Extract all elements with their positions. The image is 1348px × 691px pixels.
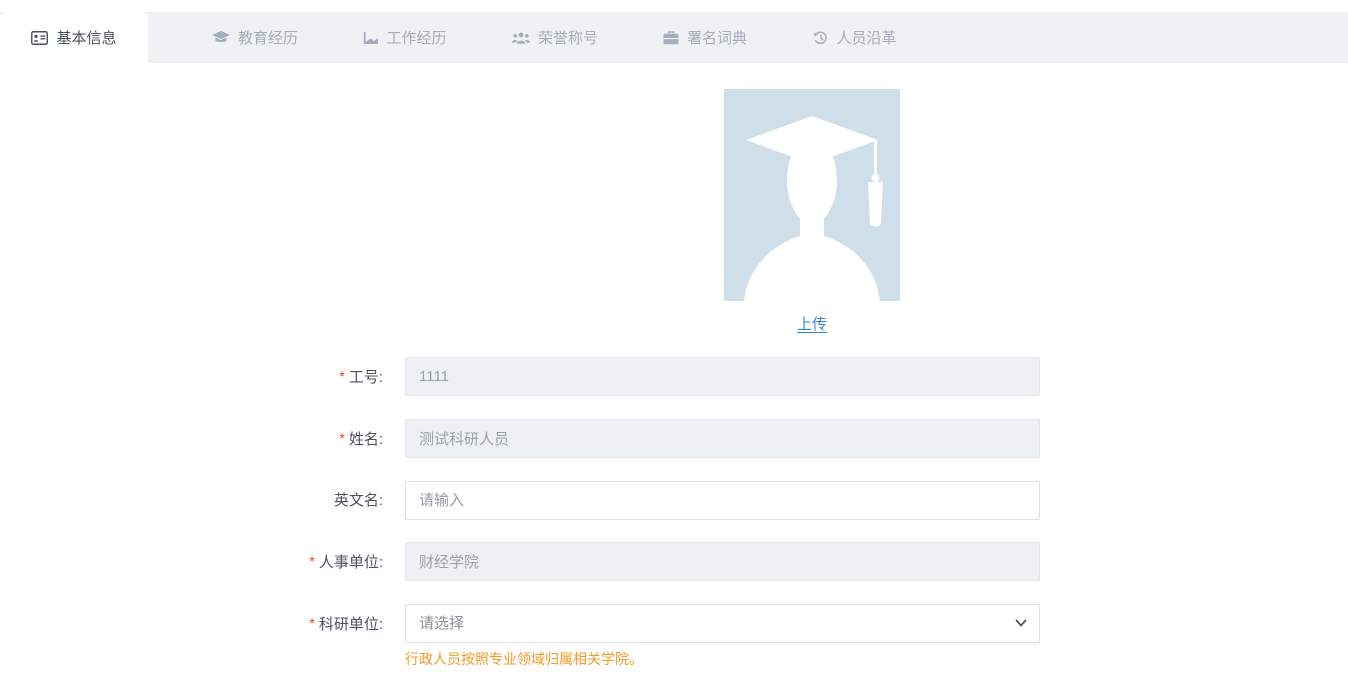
- required-asterisk: *: [309, 553, 314, 569]
- basic-info-form: *工号: *姓名: 英文名: *人事单位:: [0, 357, 1348, 691]
- tab-work[interactable]: 工作经历: [330, 12, 480, 63]
- tab-label: 基本信息: [56, 27, 116, 48]
- tab-honors[interactable]: 荣誉称号: [480, 12, 630, 63]
- basic-info-panel: 上传 *工号: *姓名: 英文名:: [0, 63, 1348, 682]
- form-row-english-name: 英文名:: [0, 481, 1348, 520]
- tab-label: 署名词典: [687, 27, 747, 48]
- research-unit-select[interactable]: 请选择: [405, 604, 1040, 643]
- tab-label: 工作经历: [386, 27, 446, 48]
- required-asterisk: *: [339, 368, 344, 384]
- english-name-field[interactable]: [405, 481, 1040, 520]
- tab-label: 教育经历: [238, 27, 298, 48]
- name-field[interactable]: [405, 419, 1040, 458]
- hr-unit-field[interactable]: [405, 542, 1040, 581]
- required-asterisk: *: [339, 430, 344, 446]
- basic-info-page: 基本信息 教育经历 工作经历 荣誉称号 署名词典: [0, 0, 1348, 682]
- employee-id-label: *工号:: [0, 357, 405, 397]
- hr-unit-label: *人事单位:: [0, 542, 405, 582]
- employee-id-field[interactable]: [405, 357, 1040, 396]
- tab-label: 荣誉称号: [538, 27, 598, 48]
- form-row-hr-unit: *人事单位:: [0, 542, 1348, 582]
- tab-signature-dictionary[interactable]: 署名词典: [630, 12, 780, 63]
- profile-photo-placeholder: [724, 89, 900, 301]
- id-card-icon: [31, 31, 48, 45]
- tab-label: 人员沿革: [836, 27, 896, 48]
- briefcase-icon: [663, 31, 679, 45]
- name-label: *姓名:: [0, 419, 405, 459]
- graduate-silhouette-icon: [724, 89, 900, 301]
- tab-basic-info[interactable]: 基本信息: [0, 12, 148, 63]
- english-name-label: 英文名:: [0, 481, 405, 520]
- required-asterisk: *: [309, 615, 314, 631]
- tab-bar: 基本信息 教育经历 工作经历 荣誉称号 署名词典: [0, 12, 1348, 63]
- tab-personnel-history[interactable]: 人员沿革: [780, 12, 930, 63]
- history-icon: [813, 31, 828, 45]
- form-row-research-unit: *科研单位: 请选择 行政人员按照专业领域归属相关学院。: [0, 604, 1348, 669]
- tab-education[interactable]: 教育经历: [180, 12, 330, 63]
- upload-photo-link[interactable]: 上传: [724, 313, 900, 334]
- research-unit-label: *科研单位:: [0, 604, 405, 644]
- form-row-name: *姓名:: [0, 419, 1348, 459]
- graduation-cap-icon: [212, 31, 230, 45]
- work-chart-icon: [363, 31, 378, 45]
- form-row-employee-id: *工号:: [0, 357, 1348, 397]
- users-icon: [512, 31, 530, 45]
- research-unit-hint: 行政人员按照专业领域归属相关学院。: [405, 649, 1040, 669]
